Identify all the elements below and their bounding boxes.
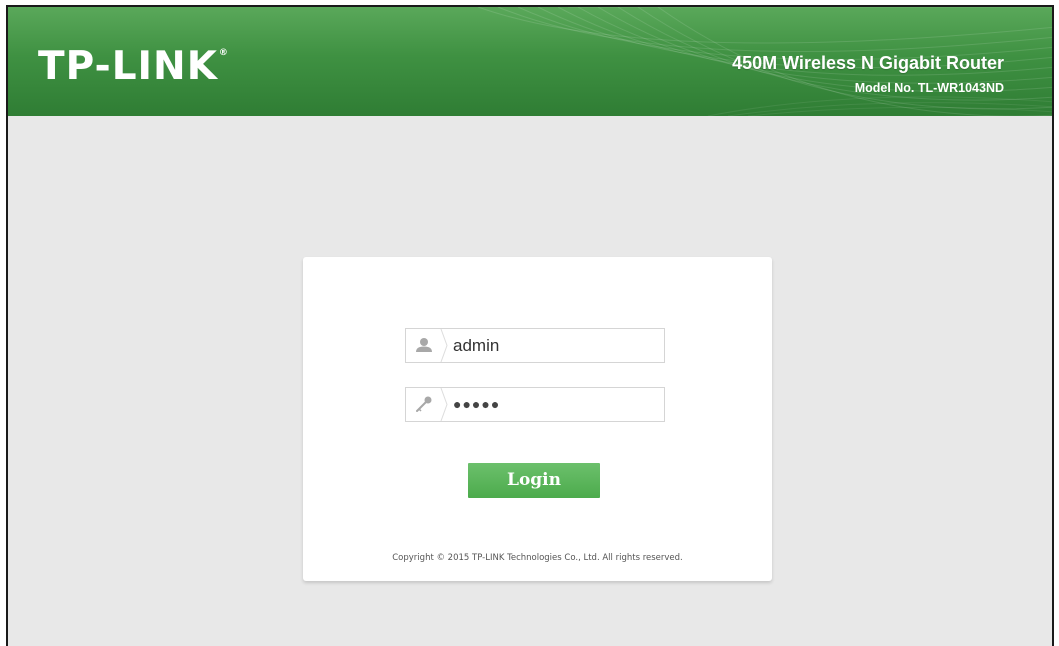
username-field[interactable]: admin <box>405 328 665 363</box>
field-separator <box>440 388 448 421</box>
username-value: admin <box>453 336 500 355</box>
model-number: Model No. TL-WR1043ND <box>854 81 1004 95</box>
registered-mark: ® <box>218 48 229 58</box>
password-value: ●●●●● <box>453 396 501 412</box>
field-separator <box>440 329 448 362</box>
product-name: 450M Wireless N Gigabit Router <box>732 53 1004 73</box>
key-icon <box>406 388 442 421</box>
header-banner: TP-LINK® 450M Wireless N Gigabit Router … <box>8 7 1052 116</box>
login-button[interactable]: Login <box>468 463 600 498</box>
login-panel: admin ●●●●● Login Copyright © 2015 TP-LI… <box>303 257 772 581</box>
copyright-text: Copyright © 2015 TP-LINK Technologies Co… <box>392 553 683 563</box>
user-icon <box>406 329 442 362</box>
password-field[interactable]: ●●●●● <box>405 387 665 422</box>
logo-text: TP-LINK <box>38 44 218 89</box>
tp-link-logo: TP-LINK® <box>38 47 229 86</box>
browser-viewport: TP-LINK® 450M Wireless N Gigabit Router … <box>6 5 1054 646</box>
